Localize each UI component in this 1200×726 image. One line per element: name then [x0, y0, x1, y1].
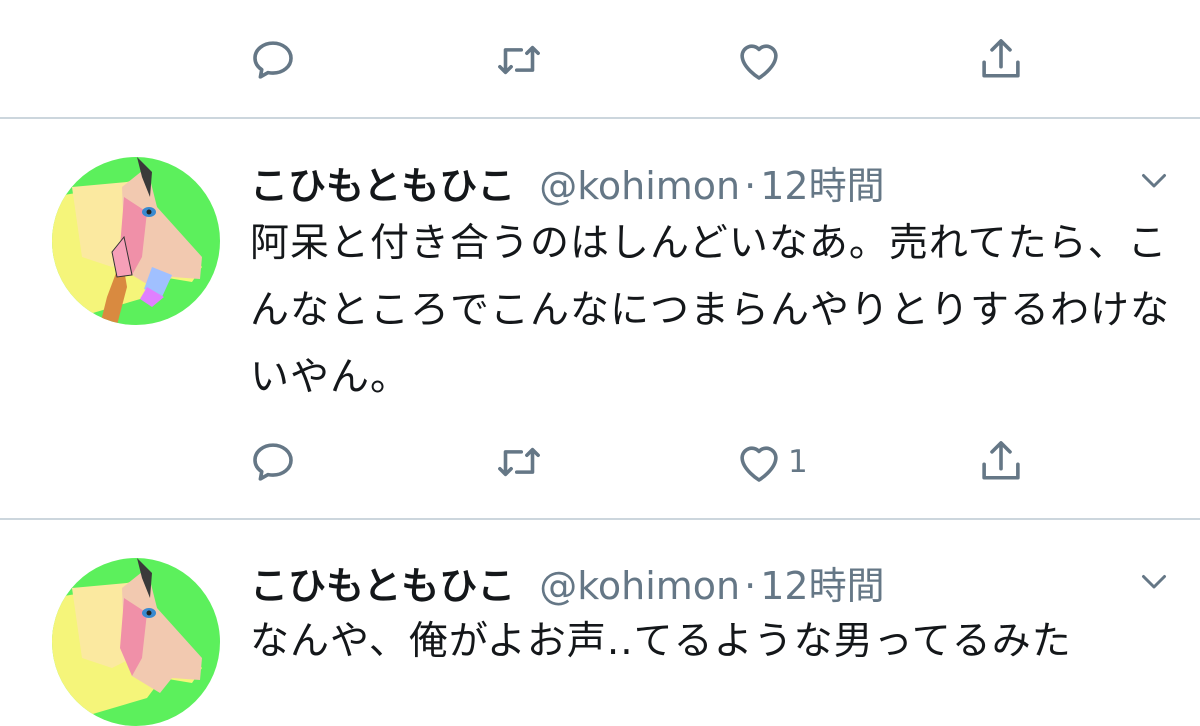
tweet-actions-top	[0, 30, 1200, 90]
chevron-down-icon[interactable]	[1136, 563, 1172, 599]
like-icon	[740, 446, 778, 482]
chevron-down-icon[interactable]	[1136, 162, 1172, 198]
reply-icon	[253, 443, 293, 481]
tweet-header: こひもともひこ @kohimon · 12時間	[250, 555, 885, 608]
tweet-actions: 1	[0, 432, 1200, 492]
tweet-text: 阿呆と付き合うのはしんどいなあ。売れてたら、こんなところでこんなにつまらんやりと…	[250, 221, 1171, 400]
horse-avatar-image	[52, 157, 220, 325]
timestamp[interactable]: 12時間	[760, 555, 884, 610]
tweet-text: なんや、俺がよお声..てるような男ってるみた	[250, 619, 1072, 664]
like-button[interactable]	[732, 30, 786, 90]
like-count: 1	[788, 444, 808, 480]
display-name[interactable]: こひもともひこ	[250, 555, 515, 610]
retweet-icon	[498, 45, 540, 75]
retweet-button[interactable]	[492, 432, 546, 492]
separator-dot: ·	[744, 564, 757, 608]
tweet-header: こひもともひこ @kohimon · 12時間	[250, 155, 885, 208]
avatar[interactable]	[52, 558, 220, 726]
reply-button[interactable]	[246, 30, 300, 90]
tweet-divider	[0, 117, 1200, 119]
tweet-divider	[0, 518, 1200, 520]
share-button[interactable]	[974, 30, 1028, 90]
share-icon	[982, 441, 1020, 480]
user-handle[interactable]: @kohimon	[539, 564, 740, 608]
share-icon	[982, 39, 1020, 78]
avatar[interactable]	[52, 157, 220, 325]
separator-dot: ·	[744, 164, 757, 208]
display-name[interactable]: こひもともひこ	[250, 155, 515, 210]
horse-avatar-image	[52, 558, 220, 726]
share-button[interactable]	[974, 432, 1028, 492]
reply-button[interactable]	[246, 432, 300, 492]
like-icon	[740, 44, 778, 80]
retweet-button[interactable]	[492, 30, 546, 90]
retweet-icon	[498, 447, 540, 477]
like-button[interactable]: 1	[732, 432, 808, 492]
user-handle[interactable]: @kohimon	[539, 164, 740, 208]
timestamp[interactable]: 12時間	[760, 155, 884, 210]
reply-icon	[253, 41, 293, 79]
